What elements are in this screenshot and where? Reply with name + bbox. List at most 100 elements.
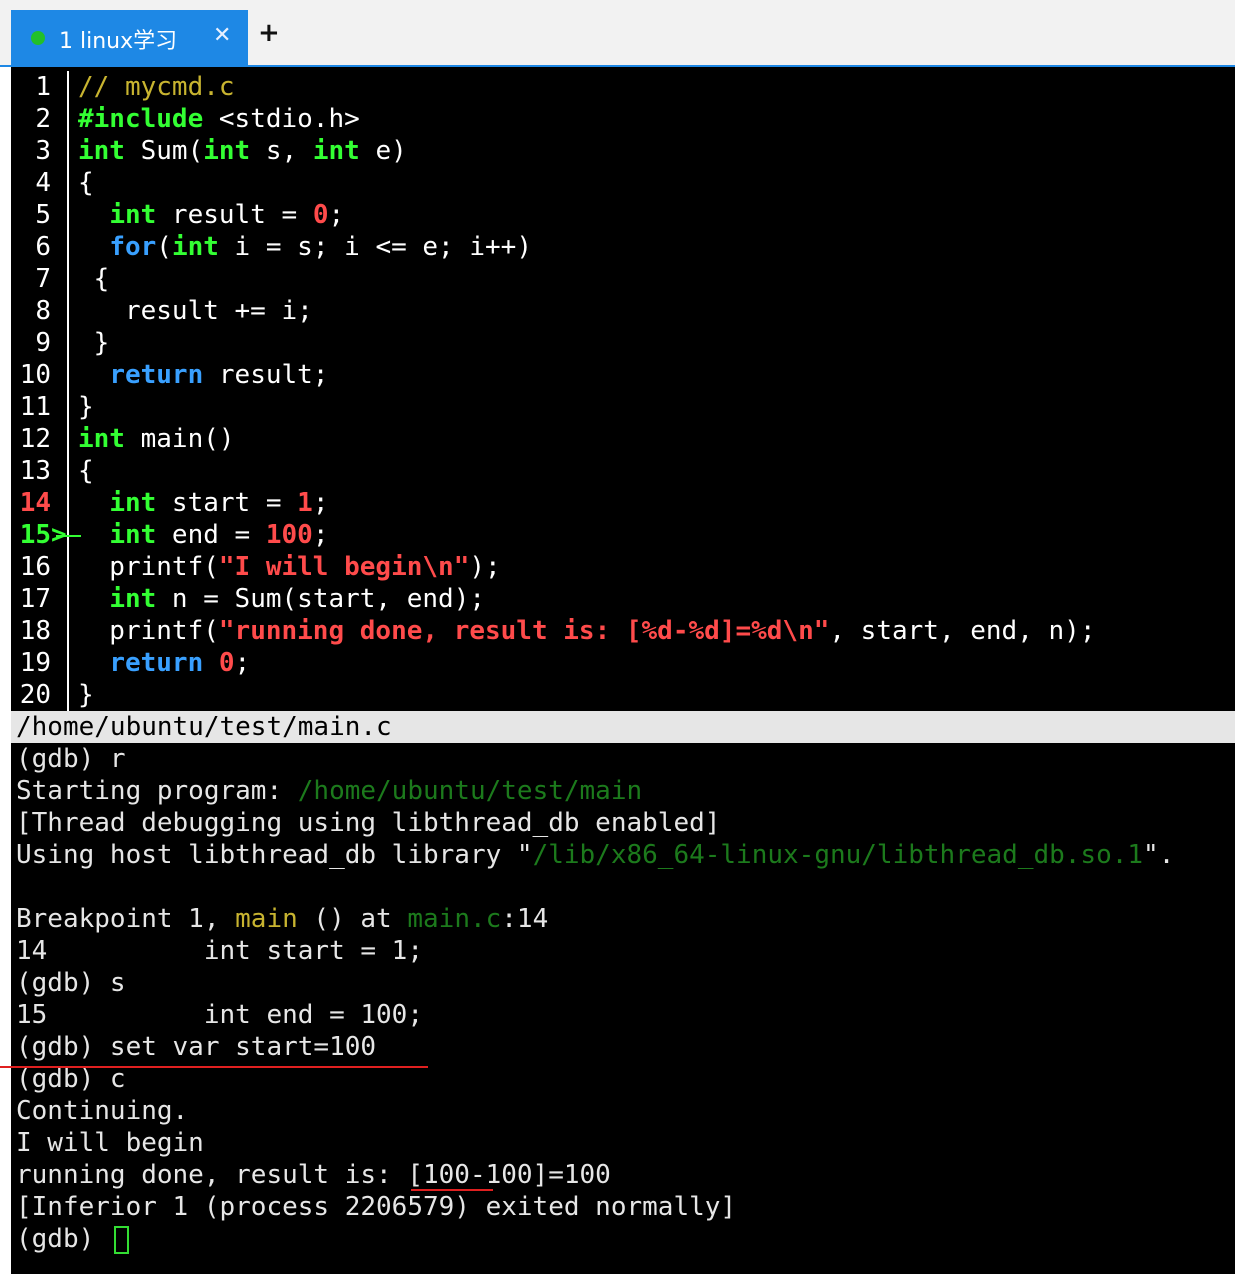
code-line: 11} [11,391,94,423]
code-token: start = [156,488,298,518]
code-line: 17 int n = Sum(start, end); [11,583,485,615]
code-token: int [109,488,157,518]
code-token: { [78,456,94,486]
code-token: return [109,360,204,390]
code-line: 9 } [11,327,109,359]
code-token: 1 [297,488,313,518]
code-token: } [78,392,94,422]
code-line: 1 // mycmd.c [11,71,235,103]
gdb-text: Using host libthread_db library " [16,840,533,870]
gdb-text: /home/ubuntu/test/main [297,776,643,806]
code-token: int [171,232,219,262]
code-token: } [78,680,94,710]
code-token: ; [234,648,251,678]
line-number: 1 [35,72,51,102]
terminal-window[interactable]: 1// mycmd.c 2 #include <stdio.h> 3 int Sum(i… [11,67,1235,1274]
gdb-output-line: 14 int start = 1; [16,935,423,967]
line-number: 7 [35,264,51,294]
tab-label: 1 linux学习 [59,29,178,54]
gdb-text: (gdb) [16,1224,110,1254]
code-line: 10 return result; [11,359,329,391]
gdb-text: Starting program: [16,776,298,806]
code-line: 2 #include <stdio.h> [11,103,360,135]
connection-status-icon [31,31,45,45]
gdb-text: /lib/x86_64-linux-gnu/libthread_db.so.1 [532,840,1144,870]
code-token: for [109,232,157,262]
code-token: // mycmd.c [78,72,235,102]
line-number: 16 [19,552,51,582]
code-line: 19 return 0; [11,647,251,679]
gdb-text: (gdb) s [16,968,126,998]
gdb-output-line: 15 int end = 100; [16,999,423,1031]
code-line: 8 result += i; [11,295,312,327]
code-token: i = s; i <= e; i++) [218,232,532,262]
line-number: 3 [35,136,51,166]
gdb-output-line: (gdb) s [16,967,126,999]
code-token: "running done, result is: [%d-%d]=%d\n" [218,616,830,646]
code-token: s, [250,136,313,166]
gdb-output-line: I will begin [16,1127,204,1159]
gdb-text: () at [297,904,408,934]
terminal-tab[interactable]: 1 linux学习 ✕ [11,10,248,65]
gdb-text: (gdb) c [16,1064,126,1094]
gdb-output-line: Breakpoint 1, main () at main.c:14 [16,903,548,935]
gdb-output-line: Starting program: /home/ubuntu/test/main [16,775,642,807]
gdb-output-line: (gdb) r [16,743,126,775]
code-token: int [109,200,157,230]
terminal-cursor[interactable] [113,1225,129,1254]
gdb-text: 15 int end = 100; [16,1000,423,1030]
line-number: 18 [19,616,51,646]
code-token: 0 [218,648,235,678]
gdb-text: 14 int start = 1; [16,936,423,966]
code-line: 4{ [11,167,94,199]
close-icon[interactable]: ✕ [213,23,231,48]
gdb-text: ". [1143,840,1175,870]
gdb-text: (gdb) r [16,744,126,774]
code-token: ( [156,232,172,262]
gdb-text: main [235,904,298,934]
gdb-output-line: running done, result is: [100-100]=100 [16,1159,611,1191]
line-number: 11 [19,392,51,422]
code-token: main() [124,424,235,454]
code-token: int [78,136,125,166]
code-line: 20} [11,679,94,711]
code-token: ; [312,520,329,550]
line-number: 5 [35,200,51,230]
code-token: #include [78,104,204,134]
gdb-text: main.c [407,904,502,934]
code-token: ); [469,552,501,582]
line-number: 4 [35,168,51,198]
line-number: 14 [19,488,51,518]
line-number: 12 [19,424,51,454]
gdb-output-line: (gdb) set var start=100 [16,1031,376,1063]
gdb-text: [Thread debugging using libthread_db ena… [16,808,721,838]
code-token: int [78,424,125,454]
code-token: e) [359,136,407,166]
code-line: 6 for(int i = s; i <= e; i++) [11,231,532,263]
code-token: 0 [312,200,329,230]
code-line: 12 int main() [11,423,235,455]
code-line: 13 { [11,455,94,487]
gdb-text: :14 [501,904,549,934]
code-token: { [78,168,94,198]
line-number: 17 [19,584,51,614]
code-token: result = [156,200,313,230]
gdb-output-line: (gdb) [16,1223,129,1255]
line-number: 10 [19,360,51,390]
gdb-output-line: [Inferior 1 (process 2206579) exited nor… [16,1191,736,1223]
code-token: ; [312,488,329,518]
line-number: 19 [19,648,51,678]
code-token: <stdio.h> [203,104,360,134]
gdb-text: I will begin [16,1128,204,1158]
gdb-text: Continuing. [16,1096,189,1126]
new-tab-button[interactable]: + [258,20,280,46]
code-token: printf( [78,616,219,646]
line-number: 15 [19,520,51,550]
line-number: 20 [19,680,51,710]
gdb-text: [Inferior 1 (process 2206579) exited nor… [16,1192,737,1222]
